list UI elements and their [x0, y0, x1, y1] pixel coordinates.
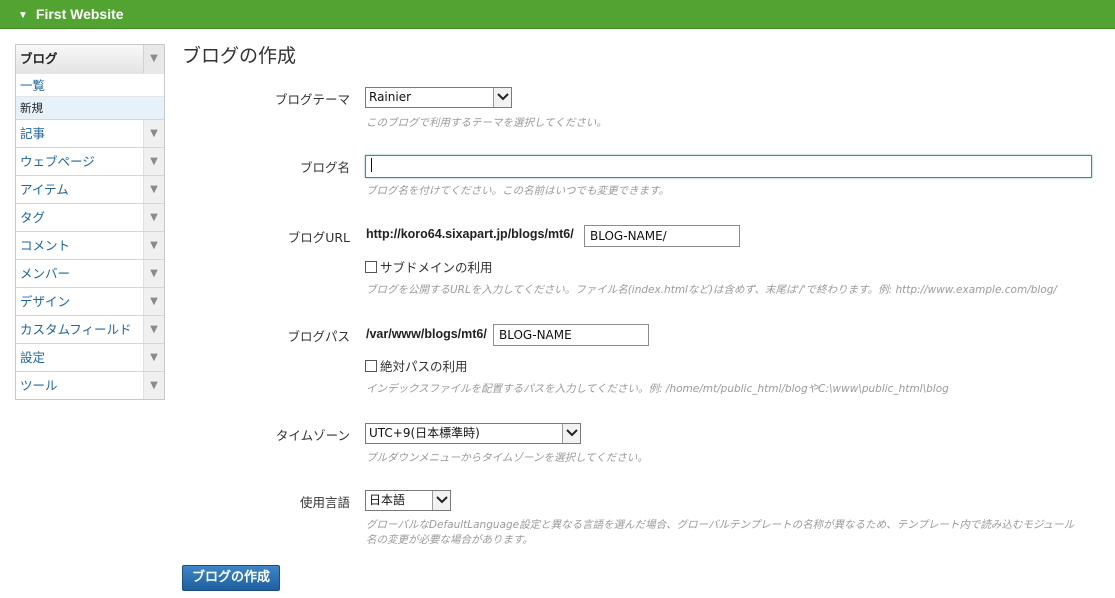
website-title: First Website: [35, 6, 124, 22]
chevron-down-icon[interactable]: [432, 491, 450, 510]
sidebar-item-design[interactable]: デザイン ▼: [16, 287, 164, 315]
sidebar-item-comments[interactable]: コメント ▼: [16, 231, 164, 259]
text-caret: [371, 158, 372, 172]
sidebar-item-label: カスタムフィールド: [20, 322, 132, 337]
subdomain-checkbox[interactable]: [365, 261, 377, 273]
sidebar-item-blog[interactable]: ブログ ▼: [16, 45, 164, 73]
sidebar-item-tags[interactable]: タグ ▼: [16, 203, 164, 231]
sidebar-item-label: タグ: [20, 210, 46, 225]
sidebar-subitem-new[interactable]: 新規: [16, 96, 164, 119]
theme-select[interactable]: Rainier: [365, 87, 512, 108]
sidebar-item-label: ツール: [20, 378, 58, 393]
timezone-select[interactable]: UTC+9(日本標準時): [365, 423, 581, 444]
sidebar-item-settings[interactable]: 設定 ▼: [16, 343, 164, 371]
absolute-path-checkbox-row[interactable]: 絶対パスの利用: [365, 356, 468, 375]
absolute-path-checkbox-label: 絶対パスの利用: [380, 359, 468, 374]
sidebar-item-custom-fields[interactable]: カスタムフィールド ▼: [16, 315, 164, 343]
blog-url-hint: ブログを公開するURLを入力してください。ファイル名(index.htmlなど)…: [366, 284, 1057, 296]
sidebar-item-entries[interactable]: 記事 ▼: [16, 119, 164, 147]
language-hint-line2: 名の変更が必要な場合があります。: [366, 534, 533, 546]
blog-url-input[interactable]: BLOG-NAME/: [584, 225, 740, 247]
sidebar-item-label: アイテム: [20, 182, 69, 197]
chevron-down-icon[interactable]: ▼: [143, 260, 164, 287]
chevron-down-icon[interactable]: ▼: [143, 176, 164, 203]
timezone-hint: プルダウンメニューからタイムゾーンを選択してください。: [366, 452, 648, 464]
absolute-path-checkbox[interactable]: [365, 360, 377, 372]
sidebar-item-webpages[interactable]: ウェブページ ▼: [16, 147, 164, 175]
chevron-down-icon[interactable]: ▼: [143, 148, 164, 175]
subdomain-checkbox-row[interactable]: サブドメインの利用: [365, 257, 493, 276]
language-label: 使用言語: [299, 495, 350, 510]
sidebar-item-label: ウェブページ: [20, 154, 95, 169]
create-blog-button[interactable]: ブログの作成: [182, 565, 280, 591]
chevron-down-icon[interactable]: ▼: [143, 344, 164, 371]
chevron-down-icon[interactable]: ▼: [143, 372, 164, 399]
blog-path-label: ブログパス: [287, 329, 350, 344]
blog-path-value: BLOG-NAME: [499, 328, 572, 342]
chevron-down-icon[interactable]: ▼: [143, 316, 164, 343]
sidebar-item-tools[interactable]: ツール ▼: [16, 371, 164, 399]
page-title: ブログの作成: [182, 45, 297, 67]
chevron-down-icon[interactable]: ▼: [143, 288, 164, 315]
blog-url-value: BLOG-NAME/: [590, 229, 667, 243]
chevron-down-icon[interactable]: ▼: [143, 204, 164, 231]
chevron-down-icon[interactable]: ▼: [143, 232, 164, 259]
blog-url-label: ブログURL: [287, 230, 350, 245]
chevron-down-icon[interactable]: [562, 424, 580, 443]
sidebar-item-label: デザイン: [20, 294, 71, 309]
language-select[interactable]: 日本語: [365, 490, 451, 511]
blog-name-input[interactable]: [365, 155, 1092, 178]
theme-hint: このブログで利用するテーマを選択してください。: [366, 117, 607, 129]
blog-url-prefix: http://koro64.sixapart.jp/blogs/mt6/: [366, 227, 574, 241]
sidebar-item-members[interactable]: メンバー ▼: [16, 259, 164, 287]
sidebar-item-label: ブログ: [20, 51, 58, 66]
timezone-label: タイムゾーン: [275, 428, 350, 443]
sidebar-item-label: 設定: [20, 350, 46, 365]
blog-path-prefix: /var/www/blogs/mt6/: [366, 327, 487, 341]
blog-name-hint: ブログ名を付けてください。この名前はいつでも変更できます。: [366, 185, 670, 197]
chevron-down-icon[interactable]: [493, 88, 511, 107]
sidebar-item-label: 記事: [20, 126, 46, 141]
sidebar-menu: ブログ ▼ 一覧 新規 記事 ▼ ウェブページ ▼ アイテム ▼ タグ ▼ コメント ▼ …: [15, 44, 165, 400]
blog-name-label: ブログ名: [299, 160, 350, 175]
chevron-down-icon[interactable]: ▼: [143, 45, 164, 73]
sidebar-item-label: コメント: [20, 238, 71, 253]
sidebar-item-assets[interactable]: アイテム ▼: [16, 175, 164, 203]
language-select-value: 日本語: [369, 493, 406, 507]
chevron-down-icon[interactable]: ▼: [143, 120, 164, 147]
sidebar-subitem-list[interactable]: 一覧: [16, 73, 164, 96]
website-header-bar[interactable]: ▼ First Website: [0, 0, 1115, 29]
blog-path-input[interactable]: BLOG-NAME: [493, 324, 649, 346]
sidebar-item-label: メンバー: [20, 266, 71, 281]
theme-label: ブログテーマ: [274, 92, 350, 107]
language-hint-line1: グローバルなDefaultLanguage設定と異なる言語を選んだ場合、グローバ…: [366, 519, 1075, 531]
timezone-select-value: UTC+9(日本標準時): [369, 426, 480, 440]
collapse-triangle-icon[interactable]: ▼: [18, 1, 28, 30]
theme-select-value: Rainier: [369, 90, 412, 104]
blog-path-hint: インデックスファイルを配置するパスを入力してください。例: /home/mt/p…: [366, 383, 949, 395]
subdomain-checkbox-label: サブドメインの利用: [380, 260, 493, 275]
